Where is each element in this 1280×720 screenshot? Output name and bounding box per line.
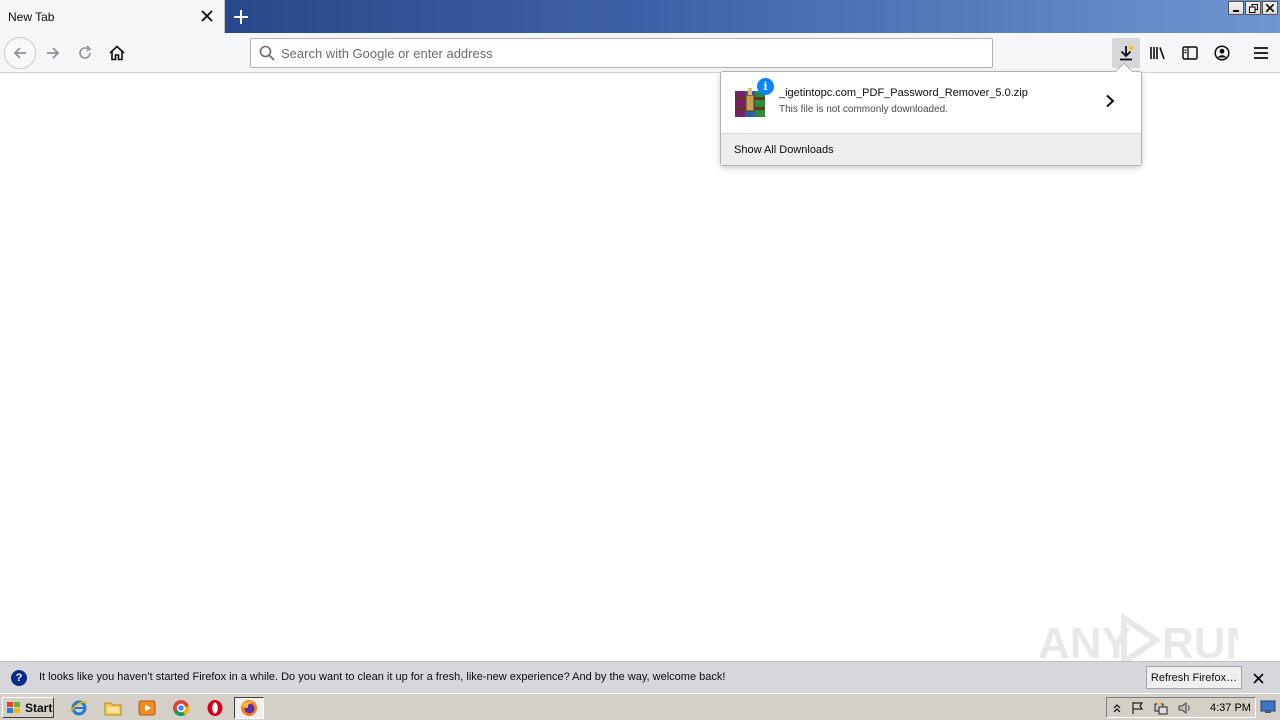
arrow-left-icon: [13, 47, 26, 59]
download-icon: [1120, 46, 1133, 61]
chevron-up-icon[interactable]: [1110, 701, 1124, 715]
show-all-downloads-label: Show All Downloads: [734, 144, 834, 156]
volume-icon[interactable]: [1178, 701, 1192, 715]
plus-icon: [234, 10, 248, 24]
system-tray: 4:37 PM: [1106, 697, 1256, 718]
chevron-right-icon[interactable]: [1099, 90, 1121, 112]
close-window-button[interactable]: [1262, 1, 1278, 15]
info-icon: i: [757, 78, 774, 95]
chrome-icon[interactable]: [171, 698, 191, 718]
search-icon: [259, 45, 275, 64]
home-icon: [109, 45, 125, 61]
tab-title: New Tab: [8, 10, 55, 24]
library-button[interactable]: [1144, 38, 1172, 68]
opera-icon[interactable]: [205, 698, 225, 718]
account-icon: [1214, 45, 1230, 61]
tab-bar: New Tab: [0, 0, 1280, 33]
download-status: This file is not commonly downloaded.: [779, 104, 948, 115]
refresh-notification-bar: ? It looks like you haven’t started Fire…: [0, 661, 1280, 693]
address-bar[interactable]: [250, 38, 993, 68]
arrow-right-icon: [47, 47, 60, 59]
downloads-button[interactable]: [1112, 38, 1140, 68]
search-input[interactable]: [281, 39, 981, 67]
internet-explorer-icon[interactable]: [69, 698, 89, 718]
tab-new-tab[interactable]: New Tab: [0, 0, 225, 33]
start-button[interactable]: Start: [2, 697, 54, 718]
network-icon[interactable]: [1154, 701, 1168, 715]
start-label: Start: [25, 700, 53, 715]
window-controls: [1228, 1, 1278, 15]
clock: 4:37 PM: [1210, 702, 1251, 714]
sidebar-icon: [1182, 46, 1198, 60]
reload-button[interactable]: [69, 37, 101, 69]
file-explorer-icon[interactable]: [103, 698, 123, 718]
forward-button[interactable]: [37, 37, 69, 69]
download-filename: _igetintopc.com_PDF_Password_Remover_5.0…: [779, 87, 1028, 99]
show-all-downloads-button[interactable]: Show All Downloads: [721, 133, 1141, 165]
menu-button[interactable]: [1247, 38, 1275, 68]
minimize-button[interactable]: [1228, 1, 1244, 15]
show-desktop-icon[interactable]: [1259, 698, 1277, 716]
taskbar: Start 4:37 PM: [0, 693, 1280, 720]
downloads-panel: i _igetintopc.com_PDF_Password_Remover_5…: [720, 62, 1142, 166]
sidebar-button[interactable]: [1176, 38, 1204, 68]
flag-icon[interactable]: [1131, 701, 1145, 715]
windows-logo-icon: [7, 701, 20, 713]
notification-message: It looks like you haven’t started Firefo…: [39, 671, 726, 683]
download-item[interactable]: i _igetintopc.com_PDF_Password_Remover_5…: [721, 72, 1141, 133]
close-icon[interactable]: [1249, 669, 1267, 687]
question-icon: ?: [11, 670, 27, 686]
refresh-firefox-button[interactable]: Refresh Firefox…: [1146, 666, 1242, 689]
back-button[interactable]: [4, 37, 36, 69]
new-tab-button[interactable]: [228, 4, 254, 30]
account-button[interactable]: [1208, 38, 1236, 68]
hamburger-icon: [1254, 47, 1268, 59]
home-button[interactable]: [101, 37, 133, 69]
firefox-taskbar-icon[interactable]: [234, 697, 264, 719]
close-tab-icon[interactable]: [197, 6, 217, 26]
library-icon: [1150, 47, 1165, 60]
restore-button[interactable]: [1245, 1, 1261, 15]
navigation-toolbar: [0, 33, 1280, 73]
reload-icon: [79, 45, 92, 59]
media-player-icon[interactable]: [137, 698, 157, 718]
